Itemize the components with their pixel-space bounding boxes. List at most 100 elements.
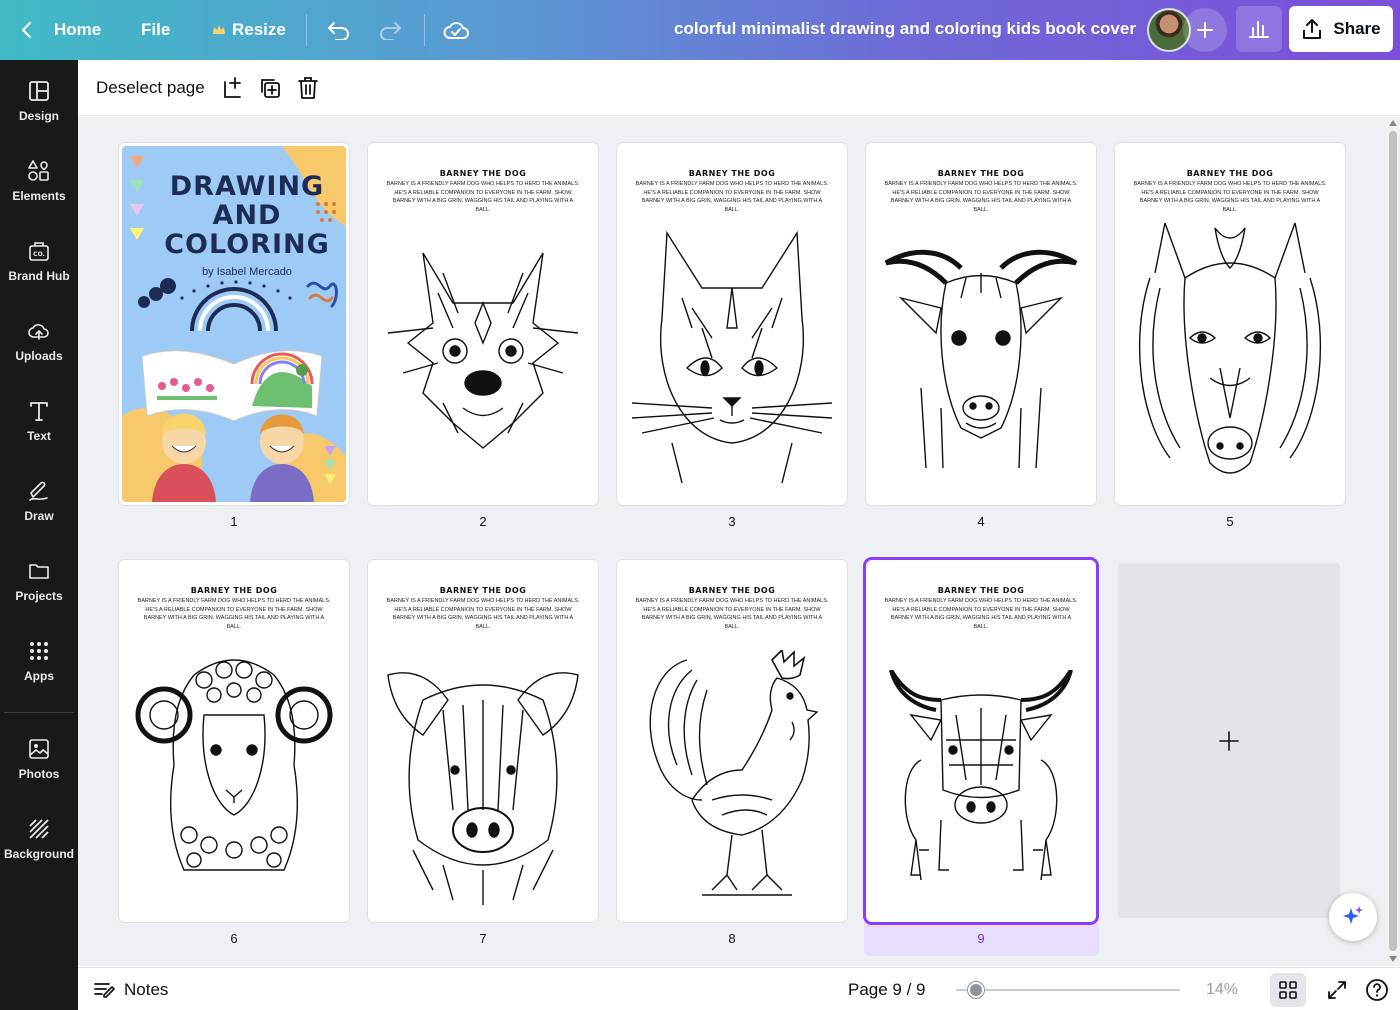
zoom-slider-handle[interactable] bbox=[968, 982, 984, 998]
chevron-left-icon bbox=[21, 21, 32, 39]
duplicate-page-button[interactable] bbox=[257, 75, 283, 101]
page-body-text: BARNEY IS A FRIENDLY FARM DOG WHO HELPS … bbox=[635, 598, 829, 630]
rail-item-photos[interactable]: Photos bbox=[0, 724, 78, 794]
page-title: BARNEY THE DOG bbox=[937, 169, 1025, 178]
home-button[interactable]: Home bbox=[20, 0, 101, 60]
cow-illustration bbox=[889, 670, 1073, 881]
page-title: BARNEY THE DOG bbox=[688, 169, 776, 178]
svg-text:CO.: CO. bbox=[33, 251, 45, 258]
rail-item-design[interactable]: Design bbox=[0, 66, 78, 136]
home-label: Home bbox=[54, 20, 102, 39]
page-thumbnail-4[interactable]: BARNEY THE DOG BARNEY IS A FRIENDLY FARM… bbox=[866, 143, 1096, 505]
page-thumbnail-6[interactable]: BARNEY THE DOG BARNEY IS A FRIENDLY FARM… bbox=[119, 560, 349, 922]
pig-illustration bbox=[387, 672, 579, 905]
page-number: 3 bbox=[728, 514, 736, 529]
help-icon bbox=[1366, 979, 1388, 1001]
expand-icon bbox=[1328, 981, 1346, 999]
rail-label: Text bbox=[27, 429, 51, 443]
pen-icon bbox=[29, 481, 48, 501]
cover-artwork: DRAWING AND COLORING by Isabel Mercado bbox=[122, 146, 346, 502]
rail-label: Brand Hub bbox=[8, 269, 70, 283]
rail-label: Background bbox=[3, 847, 74, 861]
page-thumbnail-9[interactable]: BARNEY THE DOG BARNEY IS A FRIENDLY FARM… bbox=[866, 560, 1096, 922]
scroll-up-arrow-icon[interactable] bbox=[1389, 120, 1397, 126]
page-body-text: BARNEY IS A FRIENDLY FARM DOG WHO HELPS … bbox=[386, 598, 580, 630]
save-status-button[interactable] bbox=[442, 0, 470, 60]
page-body-text: BARNEY IS A FRIENDLY FARM DOG WHO HELPS … bbox=[635, 181, 829, 213]
cloud-upload-icon bbox=[28, 324, 49, 340]
zoom-slider[interactable] bbox=[956, 982, 1180, 998]
rail-item-elements[interactable]: Elements bbox=[0, 146, 78, 216]
redo-icon bbox=[380, 22, 401, 40]
fullscreen-button[interactable] bbox=[1320, 973, 1354, 1007]
zoom-level[interactable]: 14% bbox=[1206, 968, 1238, 1010]
divider bbox=[306, 14, 307, 46]
resize-button[interactable]: Resize bbox=[212, 0, 286, 60]
scrollbar[interactable] bbox=[1386, 117, 1400, 966]
horse-illustration bbox=[1138, 222, 1322, 474]
page-indicator[interactable]: Page 9 / 9 bbox=[848, 968, 926, 1010]
undo-button[interactable] bbox=[327, 0, 351, 60]
invite-button[interactable] bbox=[1183, 8, 1227, 52]
share-button[interactable]: Share bbox=[1289, 6, 1393, 52]
scroll-down-arrow-icon[interactable] bbox=[1389, 956, 1397, 962]
page-thumbnail-8[interactable]: BARNEY THE DOG BARNEY IS A FRIENDLY FARM… bbox=[617, 560, 847, 922]
page-thumbnail-1[interactable]: DRAWING AND COLORING by Isabel Mercado bbox=[119, 143, 349, 505]
page-title: BARNEY THE DOG bbox=[439, 586, 527, 595]
grid-view-button[interactable] bbox=[1270, 973, 1306, 1007]
add-new-page-tile[interactable] bbox=[1118, 563, 1340, 918]
redo-button[interactable] bbox=[378, 0, 402, 60]
page-thumbnail-3[interactable]: BARNEY THE DOG BARNEY IS A FRIENDLY FARM… bbox=[617, 143, 847, 505]
brand-icon: CO. bbox=[29, 242, 49, 261]
document-title[interactable]: colorful minimalist drawing and coloring… bbox=[640, 0, 1170, 60]
rail-label: Apps bbox=[24, 669, 54, 683]
bottom-bar: Notes Page 9 / 9 14% bbox=[78, 967, 1400, 1010]
page-title: BARNEY THE DOG bbox=[439, 169, 527, 178]
deselect-page-button[interactable]: Deselect page bbox=[96, 60, 205, 116]
rail-item-uploads[interactable]: Uploads bbox=[0, 306, 78, 376]
page-body-text: BARNEY IS A FRIENDLY FARM DOG WHO HELPS … bbox=[1133, 181, 1327, 213]
page-title: BARNEY THE DOG bbox=[1186, 169, 1274, 178]
sheep-illustration bbox=[135, 659, 333, 871]
page-thumbnail-7[interactable]: BARNEY THE DOG BARNEY IS A FRIENDLY FARM… bbox=[368, 560, 598, 922]
rail-label: Uploads bbox=[15, 349, 63, 363]
notes-button[interactable]: Notes bbox=[94, 968, 168, 1010]
rail-item-draw[interactable]: Draw bbox=[0, 466, 78, 536]
scrollbar-thumb[interactable] bbox=[1389, 131, 1397, 951]
notes-label: Notes bbox=[124, 979, 169, 999]
cover-byline: by Isabel Mercado bbox=[202, 266, 292, 278]
page-thumbnail-5[interactable]: BARNEY THE DOG BARNEY IS A FRIENDLY FARM… bbox=[1115, 143, 1345, 505]
rail-item-brand-hub[interactable]: CO. Brand Hub bbox=[0, 226, 78, 296]
plus-icon bbox=[1219, 730, 1239, 751]
help-button[interactable] bbox=[1362, 975, 1392, 1005]
rail-item-projects[interactable]: Projects bbox=[0, 546, 78, 616]
rail-item-text[interactable]: Text bbox=[0, 386, 78, 456]
insights-button[interactable] bbox=[1236, 6, 1282, 52]
sparkle-icon bbox=[1343, 906, 1363, 924]
text-icon bbox=[30, 402, 48, 421]
bar-chart-icon bbox=[1249, 21, 1269, 38]
add-page-icon bbox=[224, 77, 241, 98]
undo-icon bbox=[328, 22, 349, 40]
delete-page-button[interactable] bbox=[295, 75, 321, 101]
apps-grid-icon bbox=[30, 642, 48, 660]
cat-illustration bbox=[632, 230, 832, 484]
page-number: 2 bbox=[479, 514, 487, 529]
notes-icon bbox=[94, 982, 115, 998]
crown-icon bbox=[213, 25, 225, 34]
page-thumbnail-2[interactable]: BARNEY THE DOG BARNEY IS A FRIENDLY FARM… bbox=[368, 143, 598, 505]
cloud-check-icon bbox=[443, 22, 469, 39]
dog-illustration bbox=[387, 252, 579, 449]
rail-item-background[interactable]: Background bbox=[0, 804, 78, 874]
file-menu[interactable]: File bbox=[141, 0, 170, 60]
rail-item-apps[interactable]: Apps bbox=[0, 626, 78, 696]
cover-title: DRAWING AND COLORING bbox=[164, 171, 330, 260]
page-title: BARNEY THE DOG bbox=[688, 586, 776, 595]
resize-label: Resize bbox=[232, 20, 286, 39]
magic-assistant-button[interactable] bbox=[1329, 893, 1377, 941]
add-page-button[interactable] bbox=[220, 75, 246, 101]
rail-label: Draw bbox=[24, 509, 54, 523]
left-rail: Design Elements CO. Brand Hub Uploads Te… bbox=[0, 60, 78, 1010]
grid-icon bbox=[1279, 981, 1297, 999]
page-body-text: BARNEY IS A FRIENDLY FARM DOG WHO HELPS … bbox=[386, 181, 580, 213]
